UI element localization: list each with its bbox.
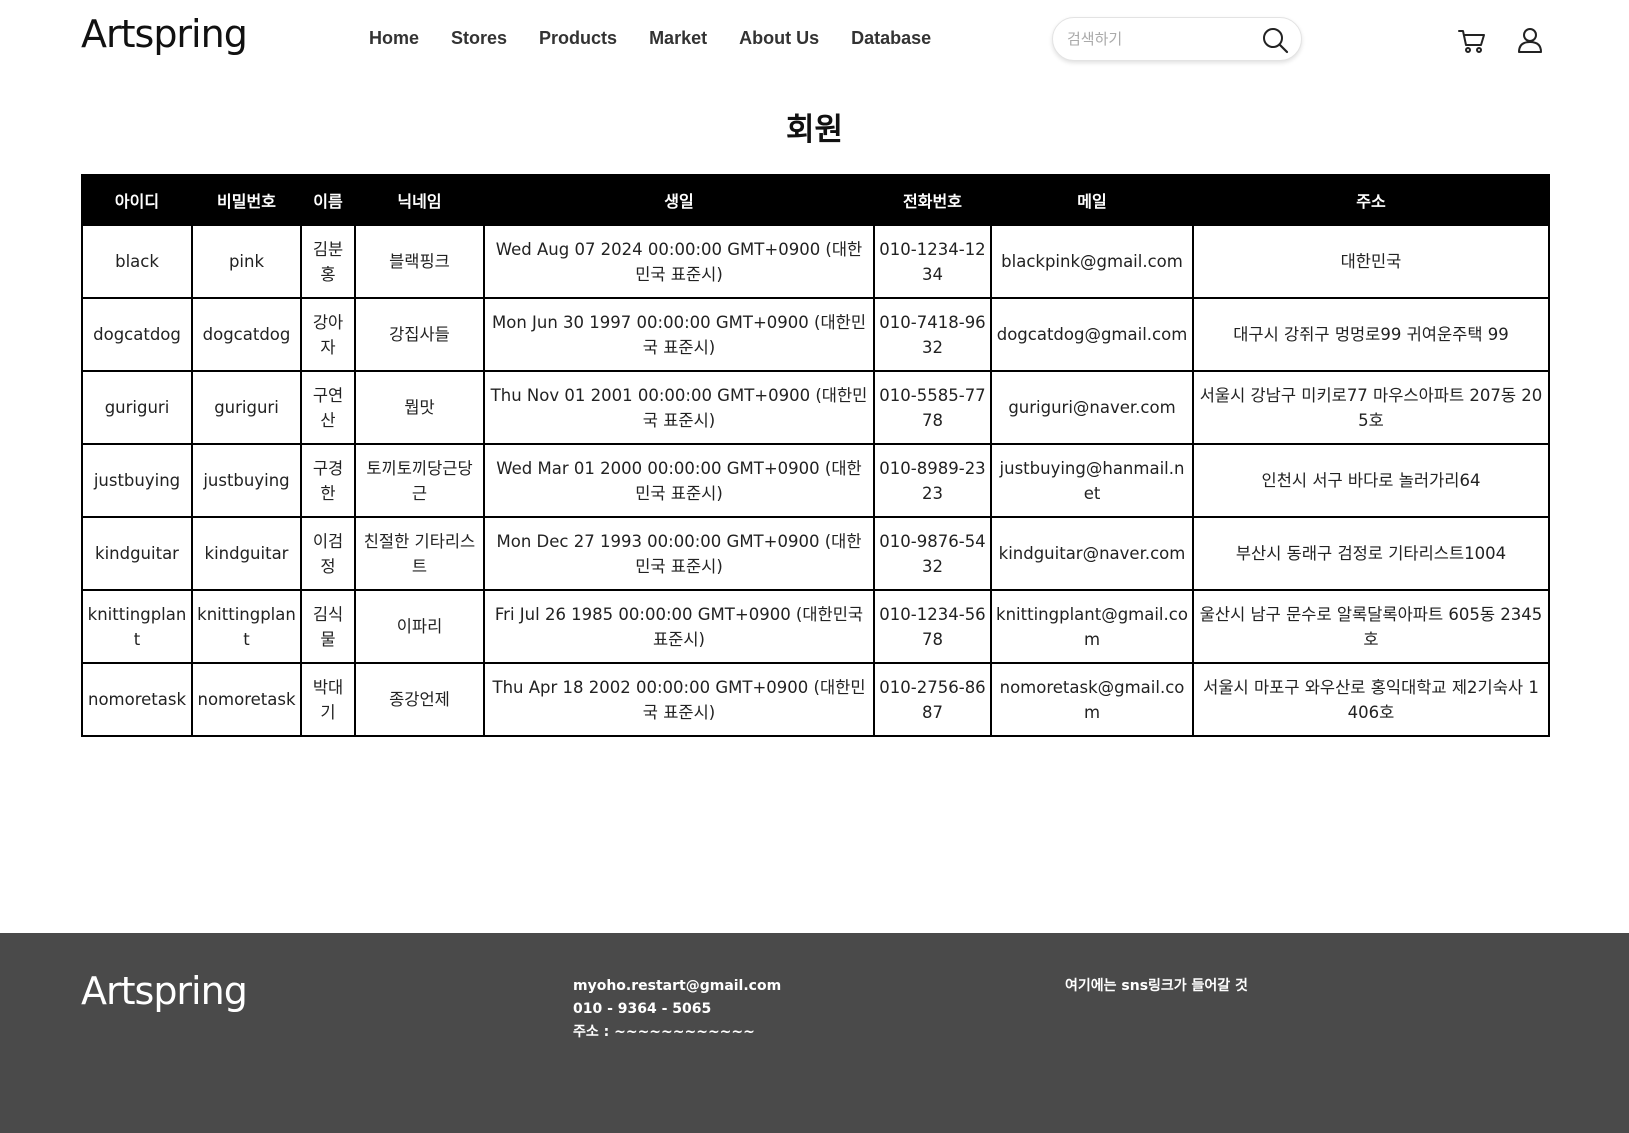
cell-id: knittingplant xyxy=(81,589,193,664)
cell-name: 구연산 xyxy=(300,370,356,445)
cell-birthday: Mon Dec 27 1993 00:00:00 GMT+0900 (대한민국 … xyxy=(483,516,875,591)
cell-password: knittingplant xyxy=(191,589,302,664)
cell-name: 김분홍 xyxy=(300,224,356,299)
cell-nickname: 종강언제 xyxy=(354,662,485,737)
main-nav: Home Stores Products Market About Us Dat… xyxy=(369,28,963,49)
footer-address: 주소 : ~~~~~~~~~~~~ xyxy=(573,1024,755,1040)
cell-email: kindguitar@naver.com xyxy=(990,516,1194,591)
table-row: justbuying justbuying 구경한 토끼토끼당근당근 Wed M… xyxy=(81,443,1550,518)
cell-address: 대한민국 xyxy=(1192,224,1550,299)
cell-birthday: Wed Mar 01 2000 00:00:00 GMT+0900 (대한민국 … xyxy=(483,443,875,518)
cell-phone: 010-1234-5678 xyxy=(873,589,992,664)
cell-address: 부산시 동래구 검정로 기타리스트1004 xyxy=(1192,516,1550,591)
cell-password: guriguri xyxy=(191,370,302,445)
col-header-name: 이름 xyxy=(300,174,356,226)
site-footer: Artspring myoho.restart@gmail.com 010 - … xyxy=(0,933,1629,1133)
cell-id: nomoretask xyxy=(81,662,193,737)
cell-birthday: Wed Aug 07 2024 00:00:00 GMT+0900 (대한민국 … xyxy=(483,224,875,299)
table-row: black pink 김분홍 블랙핑크 Wed Aug 07 2024 00:0… xyxy=(81,224,1550,299)
cell-password: nomoretask xyxy=(191,662,302,737)
cell-password: kindguitar xyxy=(191,516,302,591)
cell-address: 대구시 강쥐구 멍멍로99 귀여운주택 99 xyxy=(1192,297,1550,372)
table-row: guriguri guriguri 구연산 뭡맛 Thu Nov 01 2001… xyxy=(81,370,1550,445)
cell-birthday: Thu Nov 01 2001 00:00:00 GMT+0900 (대한민국 … xyxy=(483,370,875,445)
cell-email: dogcatdog@gmail.com xyxy=(990,297,1194,372)
cell-phone: 010-5585-7778 xyxy=(873,370,992,445)
cell-password: pink xyxy=(191,224,302,299)
nav-home[interactable]: Home xyxy=(369,28,419,49)
footer-logo[interactable]: Artspring xyxy=(81,969,248,1013)
nav-database[interactable]: Database xyxy=(851,28,931,49)
col-header-address: 주소 xyxy=(1192,174,1550,226)
footer-contact: myoho.restart@gmail.com 010 - 9364 - 506… xyxy=(573,975,781,1044)
cell-phone: 010-7418-9632 xyxy=(873,297,992,372)
cell-phone: 010-1234-1234 xyxy=(873,224,992,299)
nav-about-us[interactable]: About Us xyxy=(739,28,819,49)
cell-phone: 010-9876-5432 xyxy=(873,516,992,591)
cell-phone: 010-8989-2323 xyxy=(873,443,992,518)
cell-name: 이검정 xyxy=(300,516,356,591)
members-table: 아이디 비밀번호 이름 닉네임 생일 전화번호 메일 주소 black pink… xyxy=(81,174,1550,737)
footer-sns-text: 여기에는 sns링크가 들어갈 것 xyxy=(1065,978,1248,994)
col-header-nickname: 닉네임 xyxy=(354,174,485,226)
user-icon[interactable] xyxy=(1515,25,1545,55)
cell-address: 서울시 강남구 미키로77 마우스아파트 207동 205호 xyxy=(1192,370,1550,445)
cell-password: justbuying xyxy=(191,443,302,518)
cell-address: 울산시 남구 문수로 알록달록아파트 605동 2345호 xyxy=(1192,589,1550,664)
cell-name: 구경한 xyxy=(300,443,356,518)
footer-email: myoho.restart@gmail.com xyxy=(573,978,782,994)
cell-birthday: Thu Apr 18 2002 00:00:00 GMT+0900 (대한민국 … xyxy=(483,662,875,737)
table-row: knittingplant knittingplant 김식물 이파리 Fri … xyxy=(81,589,1550,664)
cell-name: 김식물 xyxy=(300,589,356,664)
cell-nickname: 뭡맛 xyxy=(354,370,485,445)
search-icon[interactable] xyxy=(1261,26,1289,54)
search-input[interactable] xyxy=(1067,18,1257,60)
cell-email: guriguri@naver.com xyxy=(990,370,1194,445)
cell-nickname: 토끼토끼당근당근 xyxy=(354,443,485,518)
search-box xyxy=(1052,17,1302,61)
cell-email: blackpink@gmail.com xyxy=(990,224,1194,299)
cell-phone: 010-2756-8687 xyxy=(873,662,992,737)
footer-phone: 010 - 9364 - 5065 xyxy=(573,1001,712,1017)
table-row: dogcatdog dogcatdog 강아자 강집사들 Mon Jun 30 … xyxy=(81,297,1550,372)
cell-id: black xyxy=(81,224,193,299)
members-table-container: 아이디 비밀번호 이름 닉네임 생일 전화번호 메일 주소 black pink… xyxy=(81,174,1550,737)
nav-products[interactable]: Products xyxy=(539,28,617,49)
site-header: Artspring Home Stores Products Market Ab… xyxy=(0,0,1629,80)
site-logo[interactable]: Artspring xyxy=(81,12,248,56)
cell-email: justbuying@hanmail.net xyxy=(990,443,1194,518)
col-header-birthday: 생일 xyxy=(483,174,875,226)
cart-icon[interactable] xyxy=(1457,25,1487,55)
cell-name: 박대기 xyxy=(300,662,356,737)
cell-id: dogcatdog xyxy=(81,297,193,372)
page-title: 회원 xyxy=(785,112,844,148)
cell-id: justbuying xyxy=(81,443,193,518)
col-header-phone: 전화번호 xyxy=(873,174,992,226)
cell-address: 서울시 마포구 와우산로 홍익대학교 제2기숙사 1406호 xyxy=(1192,662,1550,737)
col-header-password: 비밀번호 xyxy=(191,174,302,226)
cell-address: 인천시 서구 바다로 놀러가리64 xyxy=(1192,443,1550,518)
table-row: nomoretask nomoretask 박대기 종강언제 Thu Apr 1… xyxy=(81,662,1550,737)
cell-nickname: 블랙핑크 xyxy=(354,224,485,299)
table-header-row: 아이디 비밀번호 이름 닉네임 생일 전화번호 메일 주소 xyxy=(81,174,1550,226)
cell-email: nomoretask@gmail.com xyxy=(990,662,1194,737)
cell-nickname: 강집사들 xyxy=(354,297,485,372)
col-header-id: 아이디 xyxy=(81,174,193,226)
nav-stores[interactable]: Stores xyxy=(451,28,507,49)
cell-id: kindguitar xyxy=(81,516,193,591)
cell-name: 강아자 xyxy=(300,297,356,372)
col-header-email: 메일 xyxy=(990,174,1194,226)
nav-market[interactable]: Market xyxy=(649,28,707,49)
cell-nickname: 이파리 xyxy=(354,589,485,664)
cell-email: knittingplant@gmail.com xyxy=(990,589,1194,664)
cell-password: dogcatdog xyxy=(191,297,302,372)
table-row: kindguitar kindguitar 이검정 친절한 기타리스트 Mon … xyxy=(81,516,1550,591)
cell-id: guriguri xyxy=(81,370,193,445)
cell-birthday: Mon Jun 30 1997 00:00:00 GMT+0900 (대한민국 … xyxy=(483,297,875,372)
cell-birthday: Fri Jul 26 1985 00:00:00 GMT+0900 (대한민국 … xyxy=(483,589,875,664)
cell-nickname: 친절한 기타리스트 xyxy=(354,516,485,591)
